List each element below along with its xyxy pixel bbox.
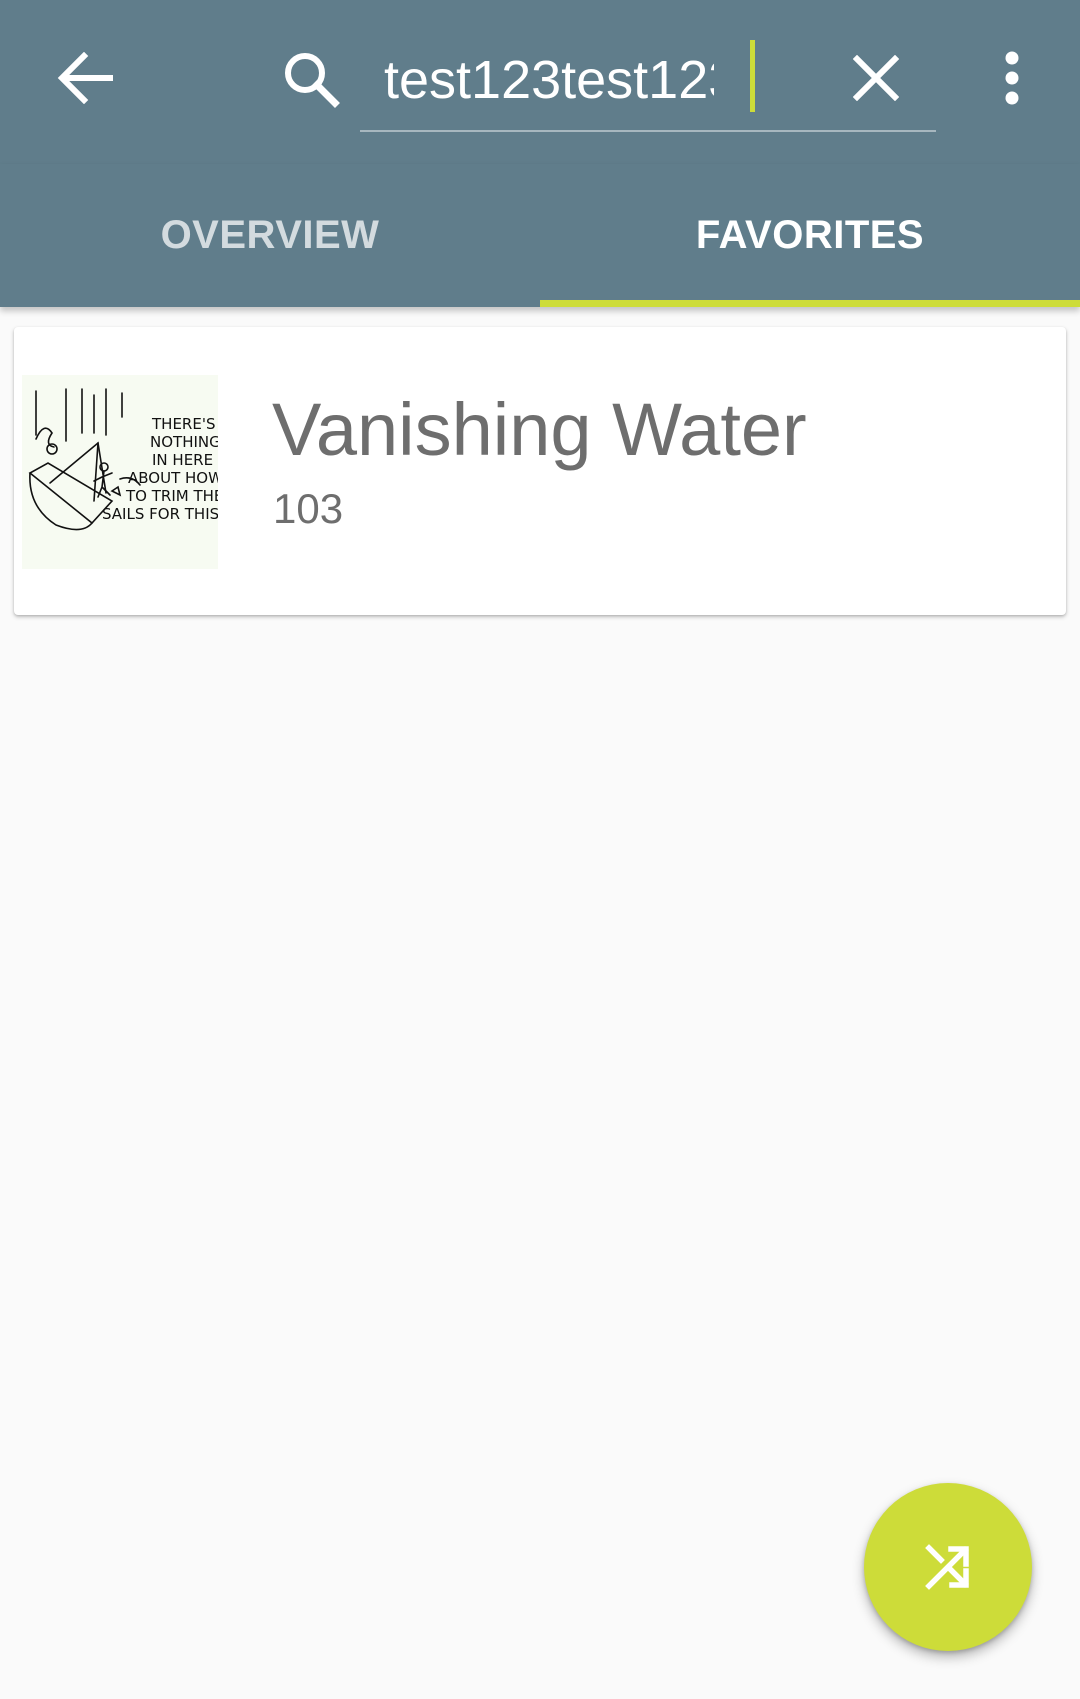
svg-text:IN HERE: IN HERE bbox=[152, 451, 213, 469]
comic-thumbnail: THERE'S NOTHING IN HERE ABOUT HOW TO TRI… bbox=[22, 375, 223, 569]
more-options-button[interactable] bbox=[982, 38, 1042, 118]
comic-number: 103 bbox=[273, 485, 344, 532]
text-cursor bbox=[750, 40, 755, 112]
back-button[interactable] bbox=[40, 38, 130, 118]
app-toolbar bbox=[0, 0, 1080, 164]
tab-selected-indicator bbox=[540, 300, 1080, 307]
shuffle-icon bbox=[925, 1544, 969, 1590]
search-input[interactable] bbox=[384, 48, 714, 112]
more-vert-icon bbox=[1005, 51, 1019, 105]
close-icon bbox=[853, 55, 899, 101]
svg-text:NOTHING: NOTHING bbox=[150, 433, 218, 451]
tab-favorites[interactable]: FAVORITES bbox=[540, 164, 1080, 307]
svg-text:ABOUT HOW: ABOUT HOW bbox=[128, 469, 218, 487]
clear-search-button[interactable] bbox=[836, 38, 916, 118]
svg-text:SAILS FOR THIS: SAILS FOR THIS bbox=[102, 505, 218, 523]
search-icon bbox=[276, 44, 346, 114]
arrow-left-icon bbox=[57, 52, 113, 104]
svg-text:THERE'S: THERE'S bbox=[151, 415, 215, 433]
tab-bar: OVERVIEW FAVORITES bbox=[0, 164, 1080, 307]
tab-overview[interactable]: OVERVIEW bbox=[0, 164, 540, 307]
svg-text:TO TRIM THE: TO TRIM THE bbox=[125, 487, 218, 505]
favorite-comic-card[interactable]: THERE'S NOTHING IN HERE ABOUT HOW TO TRI… bbox=[14, 327, 1066, 615]
random-comic-fab[interactable] bbox=[864, 1483, 1032, 1651]
comic-title: Vanishing Water bbox=[272, 388, 807, 471]
